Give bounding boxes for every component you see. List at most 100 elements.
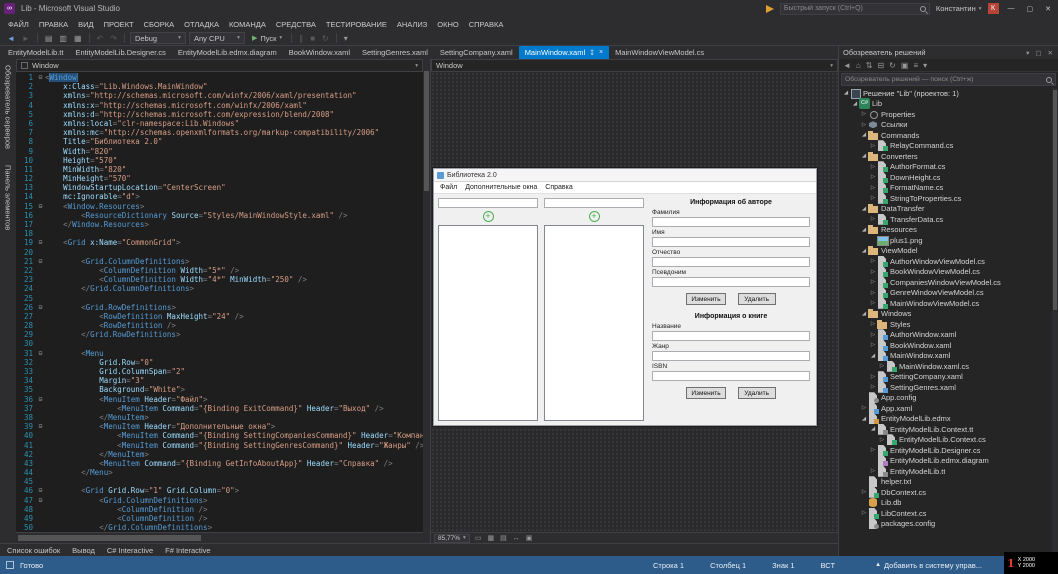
code-line[interactable]: 31 ⊟ <Menu	[16, 349, 423, 358]
tree-item[interactable]: ▷ EntityModelLib.tt	[839, 466, 1058, 477]
tree-item[interactable]: ▷ StringToProperties.cs	[839, 193, 1058, 204]
tree-scrollbar[interactable]	[1052, 88, 1058, 556]
code-line[interactable]: 15 ⊟ <Window.Resources>	[16, 202, 423, 211]
tree-item[interactable]: ▷ Ссылки	[839, 120, 1058, 131]
tree-expander-icon[interactable]: ◢	[860, 416, 868, 422]
grid-toggle-icon[interactable]: ▦	[486, 534, 495, 542]
code-line[interactable]: 5 xmlns:d="http://schemas.microsoft.com/…	[16, 110, 423, 119]
tree-item[interactable]: ▷ MainWindowViewModel.cs	[839, 298, 1058, 309]
tool-window-tab[interactable]: C# Interactive	[107, 546, 153, 555]
menu-item[interactable]: ТЕСТИРОВАНИЕ	[321, 20, 392, 29]
menu-item[interactable]: ОКНО	[432, 20, 463, 29]
document-tab[interactable]: SettingCompany.xaml ↧ ×	[434, 46, 519, 59]
tree-expander-icon[interactable]: ▷	[869, 216, 877, 222]
designer-element-dropdown[interactable]: Window ▾	[431, 59, 838, 72]
tree-item[interactable]: ▷ GenreWindowViewModel.cs	[839, 288, 1058, 299]
tree-item[interactable]: ▷ Styles	[839, 319, 1058, 330]
code-line[interactable]: 46 ⊟ <Grid Grid.Row="1" Grid.Column="0">	[16, 486, 423, 495]
tool-window-tab[interactable]: Панель элементов	[4, 165, 13, 230]
fold-toggle-icon[interactable]	[36, 192, 45, 201]
menu-item[interactable]: ПРОЕКТ	[99, 20, 139, 29]
configuration-dropdown[interactable]: Debug ▾	[129, 32, 186, 44]
fold-toggle-icon[interactable]	[36, 358, 45, 367]
tree-expander-icon[interactable]: ◢	[860, 153, 868, 159]
fold-toggle-icon[interactable]: ⊟	[36, 349, 45, 358]
books-list[interactable]	[544, 225, 644, 421]
fold-toggle-icon[interactable]	[36, 248, 45, 257]
tree-item[interactable]: ◢ Commands	[839, 130, 1058, 141]
code-line[interactable]: 30	[16, 339, 423, 348]
code-line[interactable]: 2 x:Class="Lib.Windows.MainWindow"	[16, 82, 423, 91]
tree-item[interactable]: EntityModelLib.edmx.diagram	[839, 456, 1058, 467]
fold-toggle-icon[interactable]: ⊟	[36, 395, 45, 404]
panel-close-icon[interactable]: ✕	[1047, 49, 1054, 57]
tree-item[interactable]: ◢ Converters	[839, 151, 1058, 162]
fold-toggle-icon[interactable]	[36, 119, 45, 128]
snaplines-icon[interactable]: ▤	[499, 534, 508, 542]
back-icon[interactable]: ◄	[843, 61, 851, 70]
code-line[interactable]: 9 Width="820"	[16, 147, 423, 156]
fold-toggle-icon[interactable]: ⊟	[36, 496, 45, 505]
panel-float-icon[interactable]: ▢	[1034, 49, 1042, 57]
tree-expander-icon[interactable]: ▷	[860, 510, 868, 516]
tree-item[interactable]: ◢ DataTransfer	[839, 204, 1058, 215]
authors-list[interactable]	[438, 225, 538, 421]
document-tab[interactable]: MainWindow.xaml ↧ ×	[518, 46, 610, 59]
fold-toggle-icon[interactable]: ⊟	[36, 422, 45, 431]
code-line[interactable]: 49 <ColumnDefinition />	[16, 514, 423, 523]
maximize-button[interactable]: ▢	[1024, 5, 1037, 13]
pin-tab-icon[interactable]: ↧	[589, 49, 595, 57]
code-line[interactable]: 14 mc:Ignorable="d">	[16, 192, 423, 201]
tree-item[interactable]: ▷ CompaniesWindowViewModel.cs	[839, 277, 1058, 288]
editor-vertical-scrollbar[interactable]	[423, 59, 430, 543]
tree-expander-icon[interactable]: ▷	[869, 258, 877, 264]
platform-dropdown[interactable]: Any CPU ▾	[188, 32, 245, 44]
field-input[interactable]	[652, 277, 810, 287]
pause-icon[interactable]: ∥	[297, 34, 305, 43]
fold-toggle-icon[interactable]	[36, 413, 45, 422]
new-file-icon[interactable]: ▤	[43, 34, 55, 43]
tree-item[interactable]: ◢ Lib	[839, 98, 1058, 110]
document-tab[interactable]: EntityModelLib.Designer.cs ↧ ×	[69, 46, 171, 59]
fold-toggle-icon[interactable]: ⊟	[36, 202, 45, 211]
scrollbar-thumb[interactable]	[18, 535, 202, 541]
add-book-button[interactable]: +	[588, 211, 600, 222]
fold-toggle-icon[interactable]	[36, 275, 45, 284]
tree-item[interactable]: ▷ SettingCompany.xaml	[839, 372, 1058, 383]
tree-expander-icon[interactable]: ▷	[869, 290, 877, 296]
tool-window-tab[interactable]: Вывод	[72, 546, 95, 555]
code-line[interactable]: 18	[16, 229, 423, 238]
document-tab[interactable]: EntityModelLib.tt ↧ ×	[2, 46, 69, 59]
nav-forward-icon[interactable]: ►	[20, 34, 32, 43]
fold-toggle-icon[interactable]	[36, 128, 45, 137]
sync-icon[interactable]: ⇅	[866, 61, 873, 70]
code-line[interactable]: 20	[16, 248, 423, 257]
book-filter-input[interactable]	[544, 198, 644, 208]
tree-item[interactable]: ▷ FormatName.cs	[839, 183, 1058, 194]
tree-expander-icon[interactable]: ▷	[878, 437, 886, 443]
tree-expander-icon[interactable]: ▷	[869, 300, 877, 306]
tree-expander-icon[interactable]: ▷	[869, 384, 877, 390]
fold-toggle-icon[interactable]	[36, 431, 45, 440]
tree-item[interactable]: ▷ BookWindowViewModel.cs	[839, 267, 1058, 278]
menu-item[interactable]: ФАЙЛ	[3, 20, 34, 29]
tree-expander-icon[interactable]: ◢	[842, 90, 850, 96]
tree-expander-icon[interactable]: ▷	[860, 405, 868, 411]
code-line[interactable]: 27 <RowDefinition MaxHeight="24" />	[16, 312, 423, 321]
fold-toggle-icon[interactable]: ⊟	[36, 73, 45, 82]
code-line[interactable]: 4 xmlns:x="http://schemas.microsoft.com/…	[16, 101, 423, 110]
tree-expander-icon[interactable]: ▷	[869, 321, 877, 327]
start-debugging-button[interactable]: ▶ Пуск ▾	[248, 34, 286, 43]
code-line[interactable]: 11 MinWidth="820"	[16, 165, 423, 174]
code-line[interactable]: 28 <RowDefinition />	[16, 321, 423, 330]
element-navigator-dropdown[interactable]: Window ▾	[16, 59, 423, 72]
tree-expander-icon[interactable]: ▷	[860, 122, 868, 128]
scrollbar-thumb[interactable]	[1053, 90, 1057, 310]
fold-toggle-icon[interactable]	[36, 505, 45, 514]
menu-item[interactable]: ОТЛАДКА	[179, 20, 224, 29]
code-line[interactable]: 36 ⊟ <MenuItem Header="Файл">	[16, 395, 423, 404]
menu-item[interactable]: СБОРКА	[139, 20, 179, 29]
field-input[interactable]	[652, 257, 810, 267]
preview-button[interactable]: Изменить	[686, 387, 726, 399]
tree-item[interactable]: ▷ AuthorWindowViewModel.cs	[839, 256, 1058, 267]
